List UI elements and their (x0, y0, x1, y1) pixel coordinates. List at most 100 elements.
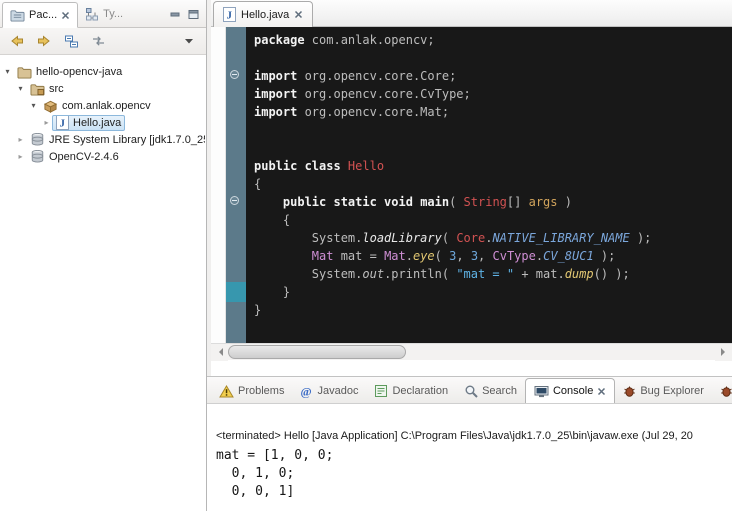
tab-label: Bug Explorer (640, 385, 704, 397)
expand-arrow-icon[interactable]: ▸ (15, 152, 26, 161)
package-explorer-view: Pac... Ty... ▾hello-opencv-java▾src▾com.… (0, 0, 207, 511)
tab-bug[interactable]: Bug (712, 379, 732, 403)
javadoc-icon: @ (300, 385, 313, 398)
editor-area: J Hello.java package com.anlak.opencv; i… (211, 0, 732, 376)
search-icon (464, 384, 478, 398)
tree-item-target[interactable]: OpenCV-2.4.6 (26, 149, 123, 165)
tab-console[interactable]: Console (525, 378, 615, 404)
code-line: { (254, 175, 732, 193)
tree-item-target[interactable]: src (26, 81, 68, 97)
code-line: public class Hello (254, 157, 732, 175)
java-file-icon: J (56, 115, 69, 130)
tab-package-explorer[interactable]: Pac... (2, 2, 78, 28)
expand-arrow-icon[interactable]: ▸ (41, 118, 52, 127)
code-line (254, 139, 732, 157)
close-icon[interactable] (597, 387, 606, 396)
back-icon[interactable] (7, 31, 27, 51)
fold-collapse-icon[interactable] (230, 70, 239, 79)
view-menu-icon[interactable] (179, 31, 199, 51)
tree-item-src[interactable]: ▾ src (0, 80, 206, 97)
scroll-left-icon[interactable] (211, 344, 228, 361)
forward-icon[interactable] (34, 31, 54, 51)
close-icon[interactable] (294, 10, 303, 19)
tree-item-label: JRE System Library [jdk1.7.0_25] (49, 134, 206, 146)
tab-label: Pac... (29, 9, 57, 21)
tab-type-hierarchy[interactable]: Ty... (78, 1, 130, 27)
tab-problems[interactable]: Problems (211, 379, 292, 403)
svg-text:J: J (60, 118, 66, 130)
tab-declaration[interactable]: Declaration (366, 379, 456, 403)
code-line (254, 121, 732, 139)
collapse-arrow-icon[interactable]: ▾ (15, 84, 26, 93)
console-output: mat = [1, 0, 0; 0, 1, 0; 0, 0, 1] (216, 447, 732, 501)
tab-search[interactable]: Search (456, 379, 525, 403)
code-line: package com.anlak.opencv; (254, 31, 732, 49)
maximize-icon[interactable] (188, 9, 200, 20)
package-icon (43, 99, 58, 113)
code-line: import org.opencv.core.CvType; (254, 85, 732, 103)
code-line: Mat mat = Mat.eye( 3, 3, CvType.CV_8UC1 … (254, 247, 732, 265)
code-line: { (254, 211, 732, 229)
tree-item-hello-opencv-java[interactable]: ▾hello-opencv-java (0, 63, 206, 80)
horizontal-scrollbar[interactable] (211, 343, 732, 360)
console-tabbar: Problems@Javadoc Declaration Search Console… (207, 377, 732, 404)
code-line: } (254, 283, 732, 301)
collapse-arrow-icon[interactable]: ▾ (2, 67, 13, 76)
svg-text:J: J (227, 10, 233, 22)
collapse-arrow-icon[interactable]: ▾ (28, 101, 39, 110)
library-icon (30, 132, 45, 147)
tab-label: Declaration (392, 385, 448, 397)
tree-item-opencv-2-4-6[interactable]: ▸OpenCV-2.4.6 (0, 148, 206, 165)
tree-item-target[interactable]: com.anlak.opencv (39, 98, 155, 114)
package-explorer-icon (10, 8, 25, 22)
code-line: System.loadLibrary( Core.NATIVE_LIBRARY_… (254, 229, 732, 247)
tab-label: Console (553, 385, 593, 397)
tree-item-target[interactable]: JRE System Library [jdk1.7.0_25] (26, 132, 206, 148)
package-explorer-tree: ▾hello-opencv-java▾src▾com.anlak.opencv▸… (0, 55, 206, 511)
code-line (254, 49, 732, 67)
minimize-icon[interactable] (170, 9, 182, 20)
scroll-right-icon[interactable] (715, 344, 732, 361)
editor-tabbar: J Hello.java (211, 0, 732, 27)
svg-text:@: @ (301, 385, 312, 398)
scrollbar-thumb[interactable] (228, 345, 406, 359)
console-output-line: 0, 1, 0; (216, 465, 732, 483)
view-tabbar: Pac... Ty... (0, 0, 206, 28)
console-icon (534, 385, 549, 398)
tab-hello-java[interactable]: J Hello.java (213, 1, 313, 27)
src-folder-icon (30, 82, 45, 96)
collapse-all-icon[interactable] (61, 31, 81, 51)
bug-icon (623, 385, 636, 398)
code-line: import org.opencv.core.Core; (254, 67, 732, 85)
tree-item-hello-java[interactable]: ▸JHello.java (0, 114, 206, 131)
fold-collapse-icon[interactable] (230, 196, 239, 205)
code-area[interactable]: package com.anlak.opencv; import org.ope… (246, 27, 732, 343)
tree-item-jre-system-library-jdk1-7-0-25[interactable]: ▸ JRE System Library [jdk1.7.0_25] (0, 131, 206, 148)
tab-label: Ty... (103, 8, 123, 20)
tree-item-label: src (49, 83, 64, 95)
problems-icon (219, 385, 234, 398)
tab-label: Search (482, 385, 517, 397)
annotation-ruler[interactable] (211, 27, 226, 343)
console-process-label: <terminated> Hello [Java Application] C:… (216, 430, 732, 442)
eclipse-workbench: Pac... Ty... ▾hello-opencv-java▾src▾com.… (0, 0, 732, 511)
console-view: Problems@Javadoc Declaration Search Console… (207, 376, 732, 511)
tree-item-label: com.anlak.opencv (62, 100, 151, 112)
code-line: public static void main( String[] args ) (254, 193, 732, 211)
tree-item-com-anlak-opencv[interactable]: ▾ com.anlak.opencv (0, 97, 206, 114)
console-output-line: mat = [1, 0, 0; (216, 447, 732, 465)
close-icon[interactable] (61, 11, 70, 20)
type-hierarchy-icon (85, 7, 99, 21)
console-content[interactable]: <terminated> Hello [Java Application] C:… (207, 404, 732, 511)
bug-icon (720, 385, 732, 398)
view-toolbar (0, 28, 206, 55)
tab-javadoc[interactable]: @Javadoc (292, 379, 366, 403)
tab-bug-explorer[interactable]: Bug Explorer (615, 379, 712, 403)
java-file-icon: J (223, 7, 236, 22)
fold-ruler[interactable] (226, 27, 246, 343)
expand-arrow-icon[interactable]: ▸ (15, 135, 26, 144)
tree-item-target[interactable]: hello-opencv-java (13, 64, 126, 80)
code-line: System.out.println( "mat = " + mat.dump(… (254, 265, 732, 283)
link-with-editor-icon[interactable] (88, 31, 108, 51)
tree-item-target[interactable]: JHello.java (52, 115, 125, 131)
